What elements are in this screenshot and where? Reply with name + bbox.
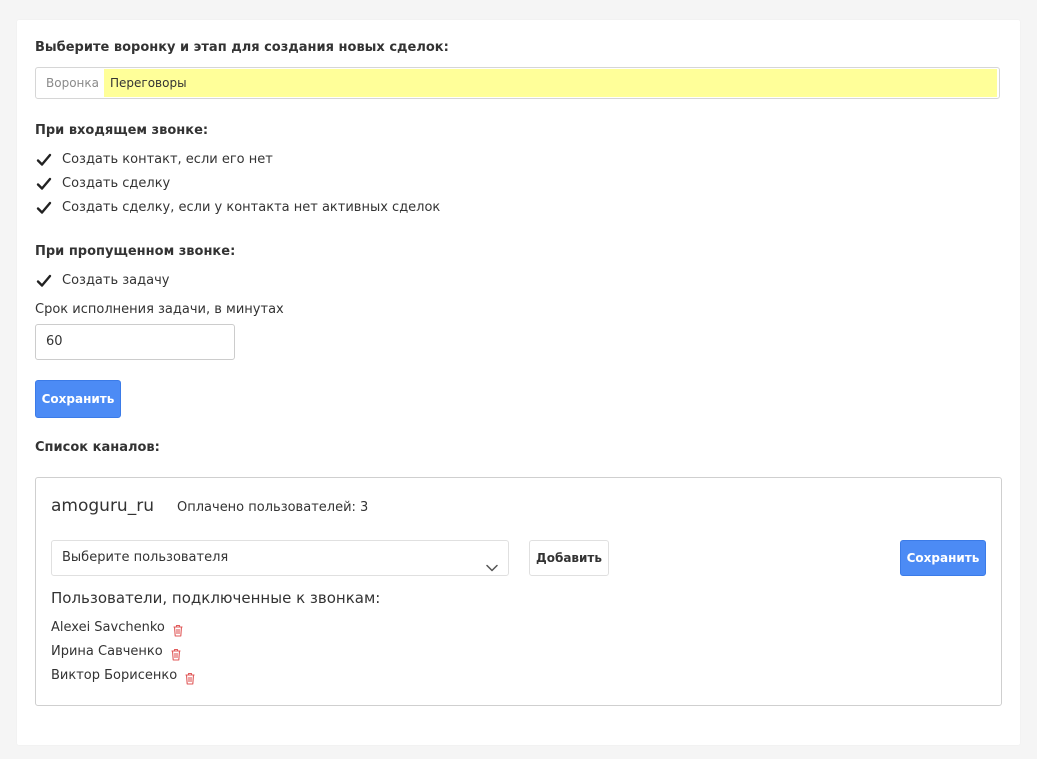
checkbox-create-task[interactable]: Создать задачу [35,272,169,290]
checkmark-icon[interactable] [35,151,53,169]
checkmark-icon[interactable] [35,175,53,193]
trash-icon[interactable] [184,670,196,685]
checkbox-label: Создать задачу [62,273,170,288]
chevron-down-icon [486,553,498,572]
connected-user-item: Виктор Борисенко [51,667,196,685]
channels-heading: Список каналов: [35,440,160,455]
user-name: Ирина Савченко [51,644,163,659]
connected-user-item: Alexei Savchenko [51,619,184,637]
pipeline-select[interactable]: Воронка Переговоры [35,67,1000,99]
checkmark-icon[interactable] [35,199,53,217]
pipeline-heading: Выберите воронку и этап для создания нов… [35,40,449,55]
connected-users-heading: Пользователи, подключенные к звонкам: [51,589,381,607]
checkbox-create-deal-if-none[interactable]: Создать сделку, если у контакта нет акти… [35,199,440,217]
checkbox-create-contact[interactable]: Создать контакт, если его нет [35,151,273,169]
pipeline-prefix: Воронка [46,76,99,90]
user-name: Виктор Борисенко [51,668,178,683]
trash-icon[interactable] [170,646,182,661]
channel-name: amoguru_ru [51,496,154,516]
checkbox-label: Создать сделку [62,176,171,191]
checkbox-label: Создать сделку, если у контакта нет акти… [62,200,441,215]
missed-call-heading: При пропущенном звонке: [35,244,236,259]
paid-users-count: Оплачено пользователей: 3 [177,500,369,515]
channel-card: amoguru_ru Оплачено пользователей: 3 Выб… [35,477,1002,706]
pipeline-selected-stage[interactable]: Переговоры [104,69,997,97]
deadline-minutes-input[interactable]: 60 [35,324,235,360]
settings-card: Выберите воронку и этап для создания нов… [17,20,1020,745]
checkbox-label: Создать контакт, если его нет [62,152,273,167]
trash-icon[interactable] [172,622,184,637]
connected-user-item: Ирина Савченко [51,643,182,661]
user-name: Alexei Savchenko [51,620,165,635]
incoming-call-heading: При входящем звонке: [35,123,209,138]
deadline-label: Срок исполнения задачи, в минутах [35,302,284,317]
save-channel-button[interactable]: Сохранить [900,540,986,576]
add-user-button[interactable]: Добавить [529,540,609,576]
user-select-placeholder: Выберите пользователя [62,550,229,565]
save-settings-button[interactable]: Сохранить [35,380,121,418]
user-select[interactable]: Выберите пользователя [51,540,509,576]
checkmark-icon[interactable] [35,272,53,290]
checkbox-create-deal[interactable]: Создать сделку [35,175,170,193]
